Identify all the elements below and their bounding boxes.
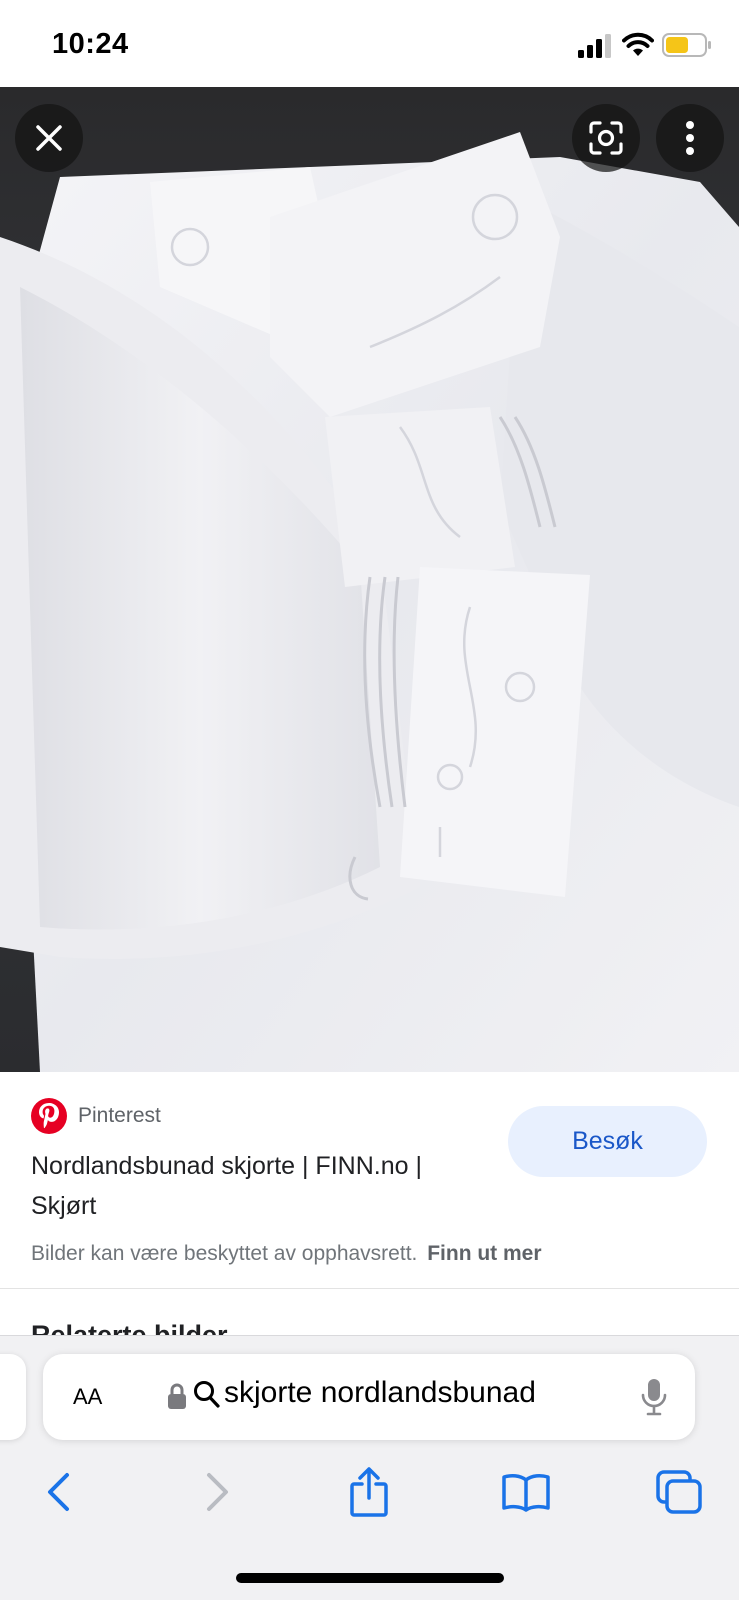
forward-icon xyxy=(207,1473,228,1511)
learn-more-link[interactable]: Finn ut mer xyxy=(427,1242,541,1265)
lock-icon xyxy=(168,1383,186,1409)
tabs-button[interactable] xyxy=(652,1462,706,1522)
result-title[interactable]: Nordlandsbunad skjorte | FINN.no | Skjør… xyxy=(31,1146,491,1226)
image-viewer[interactable] xyxy=(0,87,739,1072)
copyright-notice: Bilder kan være beskyttet av opphavsrett… xyxy=(31,1242,542,1266)
search-icon xyxy=(194,1381,220,1408)
status-bar: 10:24 xyxy=(0,0,739,87)
text-size-button[interactable]: AA xyxy=(73,1378,102,1412)
source-row[interactable]: Pinterest xyxy=(31,1098,161,1134)
close-icon xyxy=(36,125,62,151)
share-button[interactable] xyxy=(344,1462,394,1522)
microphone-icon[interactable] xyxy=(641,1378,667,1416)
divider xyxy=(0,1288,739,1289)
signal-icon xyxy=(578,34,611,58)
copyright-text: Bilder kan være beskyttet av opphavsrett… xyxy=(31,1242,418,1265)
share-icon xyxy=(350,1467,388,1517)
text-size-label: AA xyxy=(73,1384,103,1409)
home-indicator[interactable] xyxy=(236,1573,504,1583)
close-button[interactable] xyxy=(15,104,83,172)
bookmarks-button[interactable] xyxy=(498,1462,554,1522)
source-name[interactable]: Pinterest xyxy=(78,1104,161,1128)
result-info-panel: Pinterest Nordlandsbunad skjorte | FINN.… xyxy=(0,1072,739,1350)
battery-icon xyxy=(662,33,711,57)
url-field[interactable]: skjorte nordlandsbunad xyxy=(224,1376,536,1410)
address-bar[interactable]: AA skjorte nordlandsbunad xyxy=(43,1354,695,1440)
visit-button[interactable]: Besøk xyxy=(508,1106,707,1177)
bookmarks-icon xyxy=(502,1474,550,1512)
embroidered-shirt-photo xyxy=(0,132,739,1072)
tabs-icon xyxy=(656,1470,702,1514)
browser-toolbar: AA skjorte nordlandsbunad xyxy=(0,1336,739,1600)
more-options-button[interactable] xyxy=(656,104,724,172)
lens-icon xyxy=(589,121,623,155)
more-vertical-icon xyxy=(686,121,694,155)
back-button[interactable] xyxy=(36,1462,80,1522)
back-icon xyxy=(48,1473,69,1511)
status-time: 10:24 xyxy=(52,28,129,60)
wifi-icon xyxy=(622,32,654,56)
pinterest-logo xyxy=(31,1098,67,1134)
previous-tab-card[interactable] xyxy=(0,1354,26,1440)
forward-button[interactable] xyxy=(196,1462,240,1522)
lens-button[interactable] xyxy=(572,104,640,172)
